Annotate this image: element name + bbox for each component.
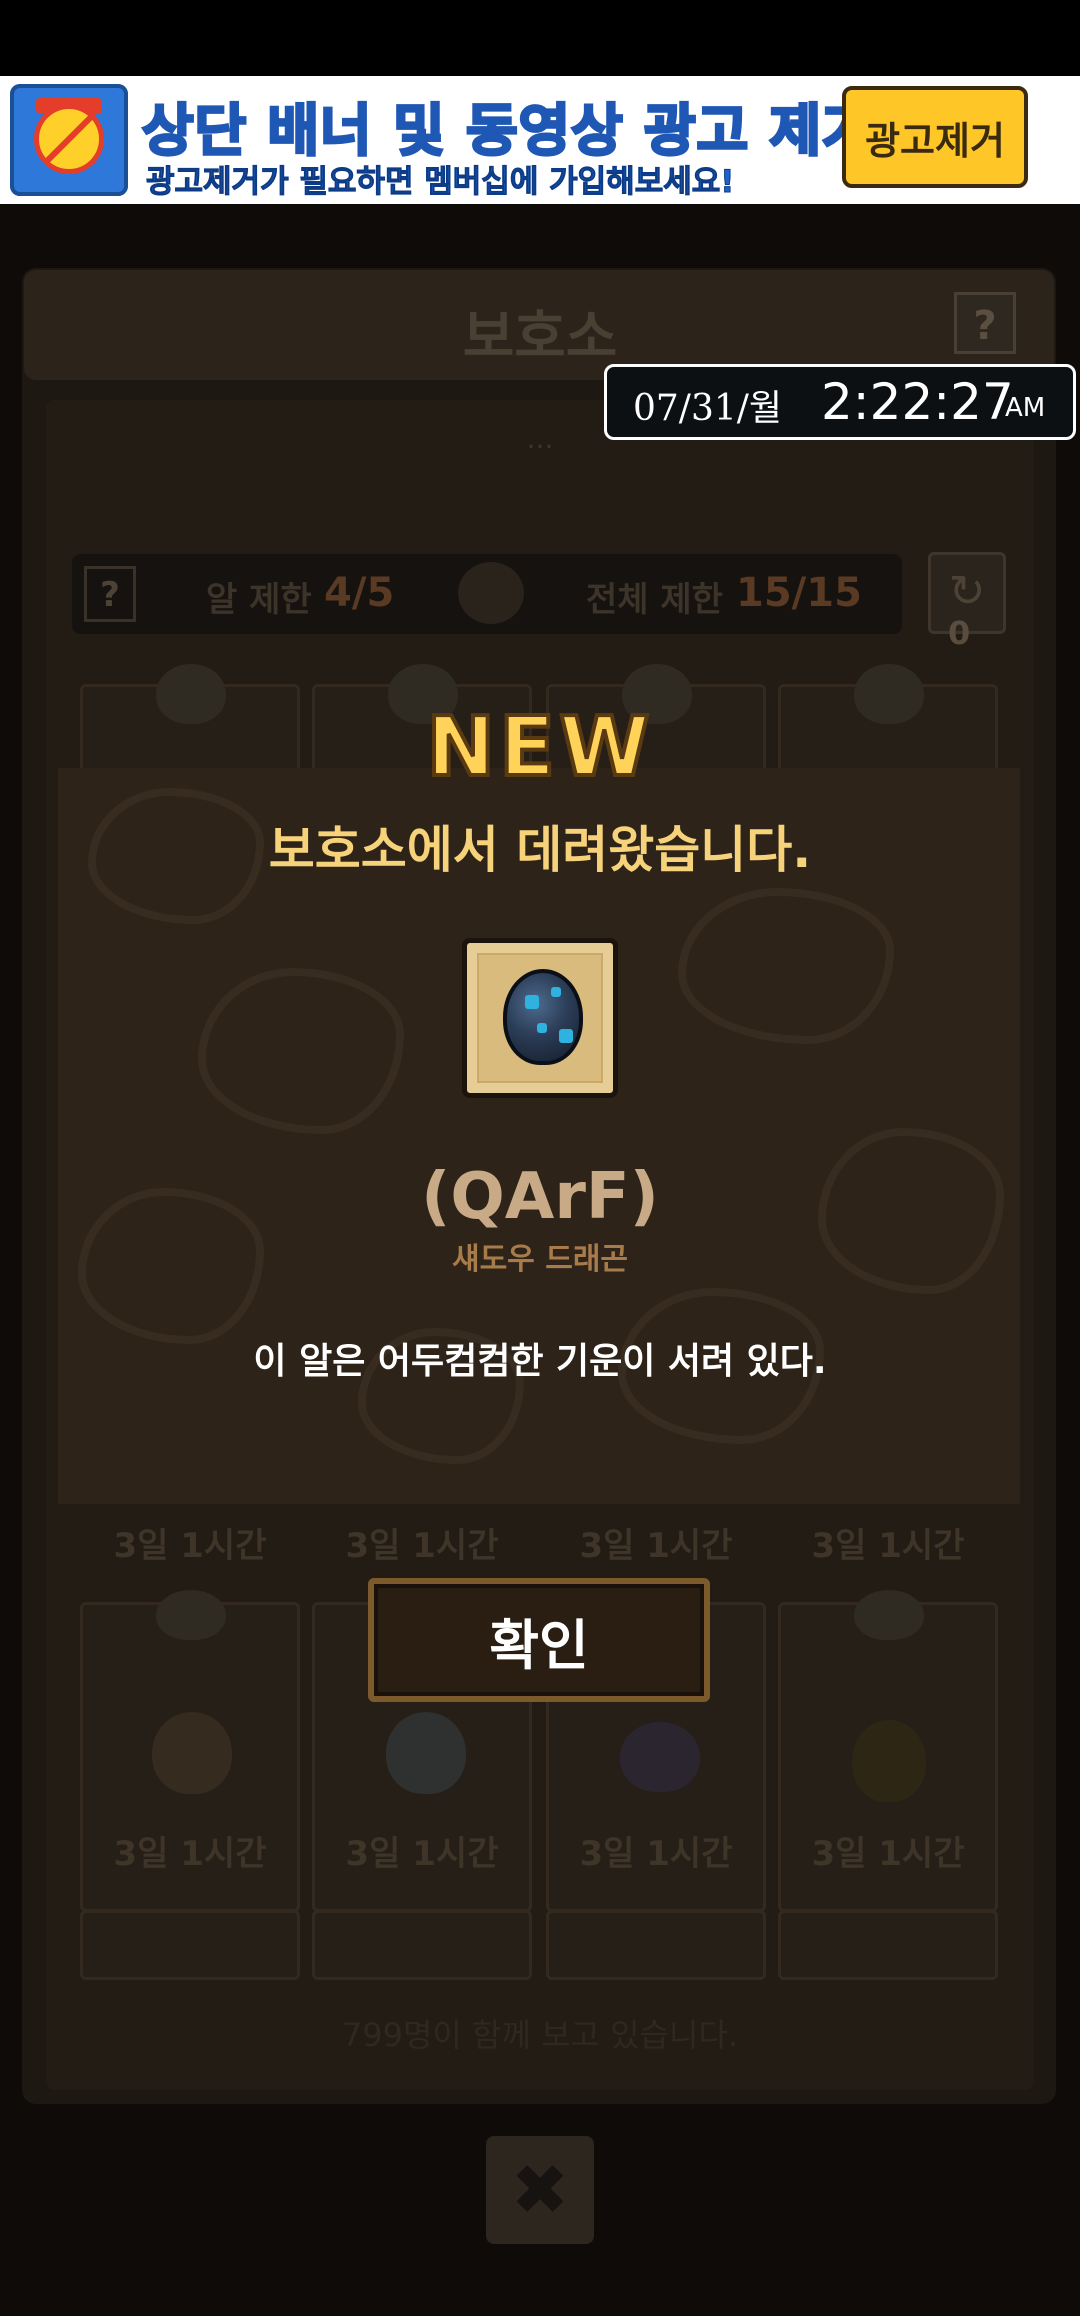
no-ads-icon (10, 84, 128, 196)
egg-slot[interactable] (80, 1910, 300, 1980)
egg-name: 섀도우 드래곤 (451, 1242, 629, 1277)
clock-overlay: 07/31/월 2:22:27 AM (604, 364, 1076, 440)
swirl-decoration (678, 888, 894, 1044)
clock-ampm: AM (1005, 393, 1046, 423)
egg-icon (386, 1712, 466, 1794)
modal-title: 보호소에서 데려왔습니다. (268, 821, 812, 879)
egg-icon (620, 1722, 700, 1792)
limit-help-button[interactable]: ? (84, 566, 136, 622)
egg-slot[interactable] (546, 1910, 766, 1980)
slot-timer: 3일 1시간 (811, 1526, 965, 1566)
slot-timer: 3일 1시간 (345, 1526, 499, 1566)
viewer-count-text: 799명이 함께 보고 있습니다. (341, 2016, 739, 2054)
ad-subtitle: 광고제거가 필요하면 멤버십에 가입해보세요! (145, 164, 735, 201)
egg-slot[interactable] (778, 1910, 998, 1980)
egg-icon (152, 1712, 232, 1794)
new-badge: NEW (424, 698, 654, 797)
egg-limit-value: 4/5 (324, 570, 395, 616)
clock-date: 07/31/월 (633, 388, 782, 429)
slot-timer: 3일 1시간 (113, 1834, 267, 1874)
total-limit-value: 15/15 (736, 570, 862, 616)
slot-timer: 3일 1시간 (811, 1834, 965, 1874)
swirl-decoration (198, 968, 404, 1134)
slot-timer: 3일 1시간 (345, 1834, 499, 1874)
remove-ads-button[interactable]: 광고제거 (842, 86, 1028, 188)
egg-code: (QArF) (421, 1160, 659, 1234)
slot-timer: 3일 1시간 (579, 1526, 733, 1566)
shadow-dragon-egg-icon (503, 969, 583, 1065)
help-button[interactable]: ? (954, 292, 1016, 354)
refresh-count: 0 (948, 614, 971, 652)
pin-icon (156, 1590, 226, 1640)
dragon-icon (458, 562, 524, 624)
slot-timer: 3일 1시간 (579, 1834, 733, 1874)
egg-description: 이 알은 어두컴컴한 기운이 서려 있다. (253, 1341, 827, 1382)
confirm-button[interactable]: 확인 (368, 1578, 710, 1702)
clock-time: 2:22:27 (821, 373, 1014, 431)
total-limit-label: 전체 제한 (586, 580, 723, 620)
pin-icon (854, 1590, 924, 1640)
slot-timer: 3일 1시간 (113, 1526, 267, 1566)
egg-card (462, 938, 618, 1098)
ad-title: 상단 배너 및 동영상 광고 제거! (140, 98, 902, 166)
egg-slot[interactable] (312, 1910, 532, 1980)
egg-icon (852, 1720, 926, 1802)
page-title: 보호소 (462, 305, 618, 370)
close-button[interactable]: ✖ (486, 2136, 594, 2244)
status-bar (0, 0, 1080, 76)
egg-limit-label: 알 제한 (206, 580, 312, 620)
ad-banner[interactable]: 상단 배너 및 동영상 광고 제거! 광고제거가 필요하면 멤버십에 가입해보세… (0, 76, 1080, 204)
refresh-icon: ↻ (948, 566, 986, 617)
